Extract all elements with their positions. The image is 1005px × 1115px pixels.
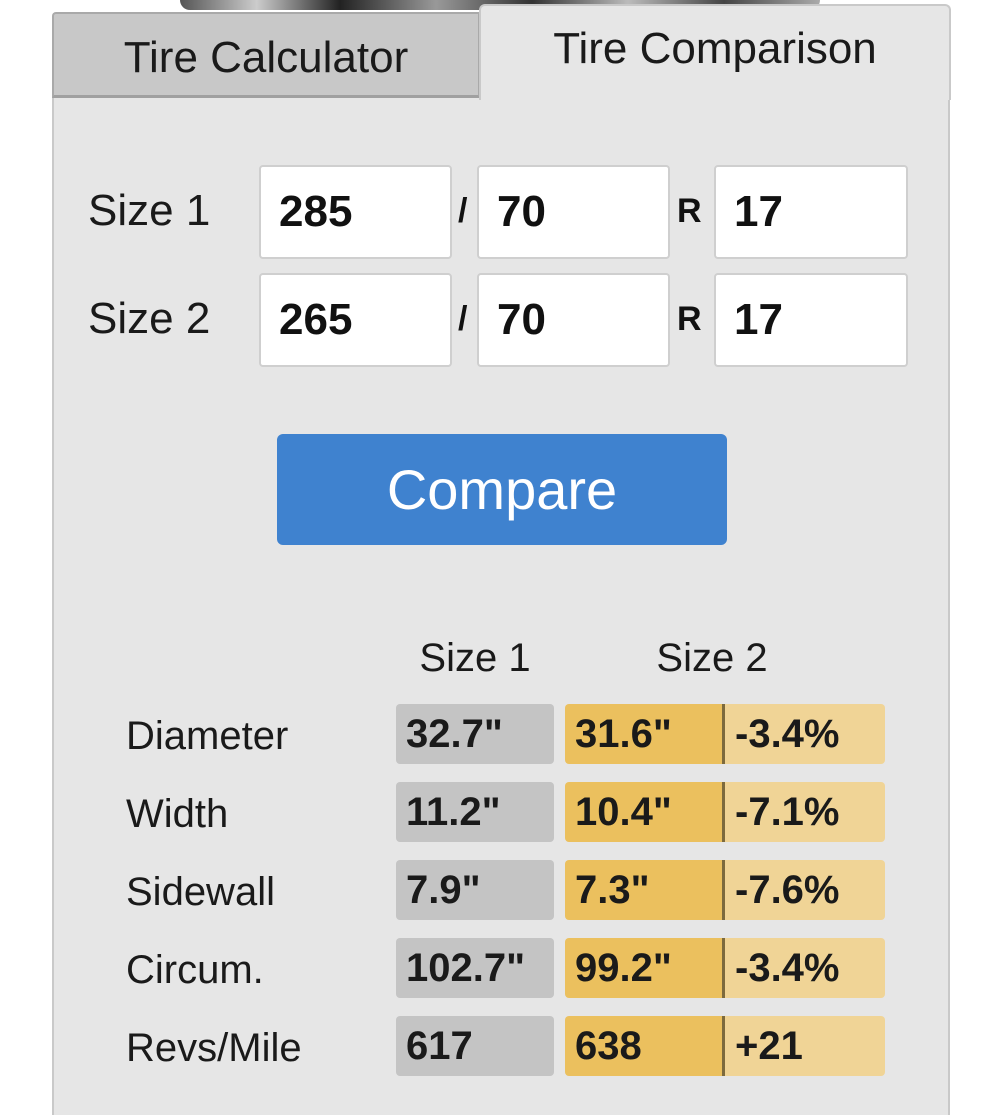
diameter-difference: -3.4% xyxy=(725,704,885,764)
row-label-sidewall: Sidewall xyxy=(126,870,275,914)
width-size2-value: 10.4" xyxy=(565,782,723,842)
revs-size2-value: 638 xyxy=(565,1016,723,1076)
tab-tire-comparison[interactable]: Tire Comparison xyxy=(479,4,951,100)
revs-difference: +21 xyxy=(725,1016,885,1076)
compare-button[interactable]: Compare xyxy=(277,434,727,545)
size1-label: Size 1 xyxy=(88,186,211,235)
size1-rim-input[interactable]: 17 xyxy=(714,165,908,259)
results-header-size2: Size 2 xyxy=(656,636,768,680)
size2-label: Size 2 xyxy=(88,294,211,343)
row-label-width: Width xyxy=(126,792,229,836)
size1-r-label: R xyxy=(677,192,702,230)
row-label-revs-per-mile: Revs/Mile xyxy=(126,1026,302,1070)
row-label-circumference: Circum. xyxy=(126,948,264,992)
circumference-size2-value: 99.2" xyxy=(565,938,723,998)
sidewall-size1-value: 7.9" xyxy=(396,860,554,920)
size2-r-label: R xyxy=(677,300,702,338)
size2-aspect-input[interactable]: 70 xyxy=(477,273,670,367)
size2-slash: / xyxy=(458,300,468,338)
sidewall-size2-value: 7.3" xyxy=(565,860,723,920)
size1-width-input[interactable]: 285 xyxy=(259,165,452,259)
size2-rim-input[interactable]: 17 xyxy=(714,273,908,367)
row-label-diameter: Diameter xyxy=(126,714,289,758)
sidewall-difference: -7.6% xyxy=(725,860,885,920)
diameter-size1-value: 32.7" xyxy=(396,704,554,764)
width-size1-value: 11.2" xyxy=(396,782,554,842)
size1-aspect-input[interactable]: 70 xyxy=(477,165,670,259)
circumference-size1-value: 102.7" xyxy=(396,938,554,998)
diameter-size2-value: 31.6" xyxy=(565,704,723,764)
width-difference: -7.1% xyxy=(725,782,885,842)
size2-width-input[interactable]: 265 xyxy=(259,273,452,367)
results-header-size1: Size 1 xyxy=(419,636,531,680)
circumference-difference: -3.4% xyxy=(725,938,885,998)
size1-slash: / xyxy=(458,192,468,230)
tab-tire-calculator[interactable]: Tire Calculator xyxy=(52,12,480,98)
revs-size1-value: 617 xyxy=(396,1016,554,1076)
